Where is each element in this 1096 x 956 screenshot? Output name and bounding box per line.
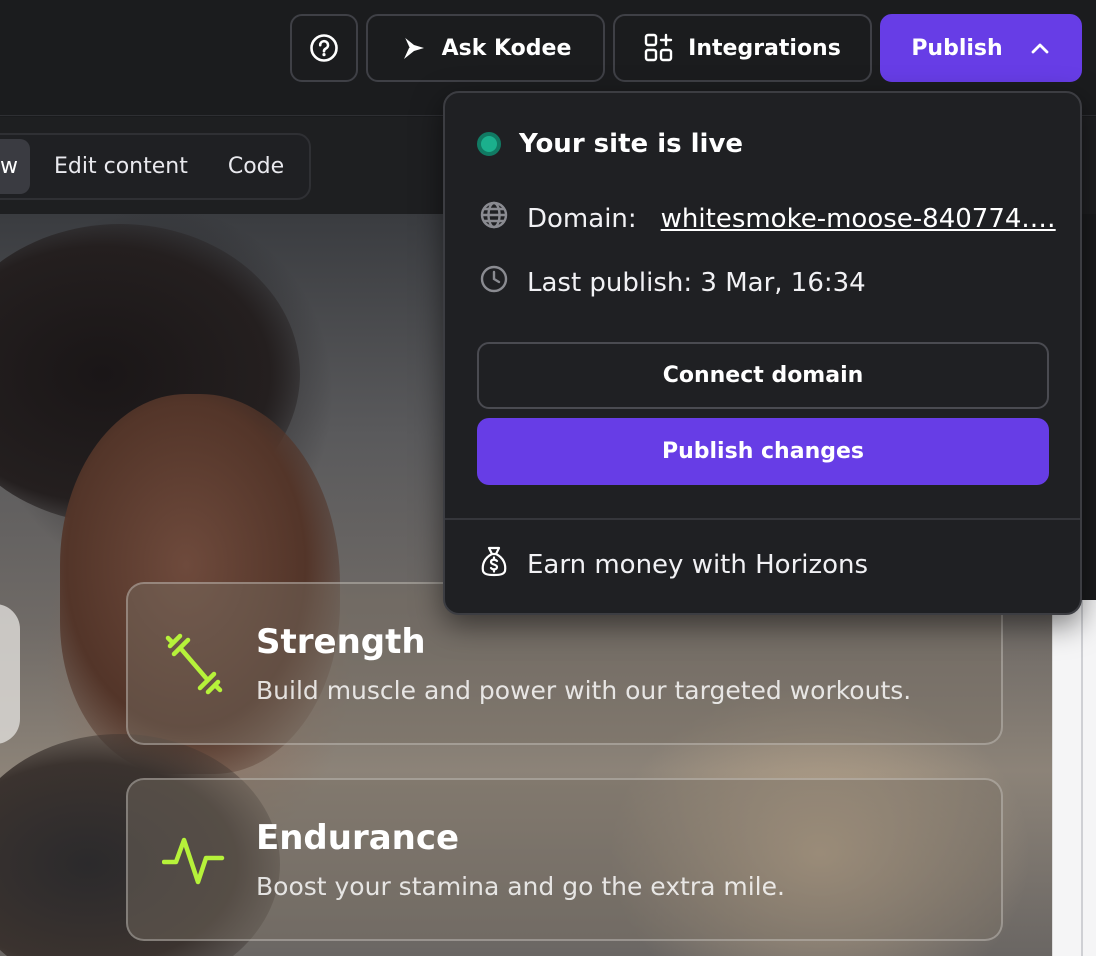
tab-edit-content[interactable]: Edit content bbox=[54, 139, 188, 194]
domain-link[interactable]: whitesmoke-moose-840774.… bbox=[661, 204, 1056, 234]
preview-scroll-area bbox=[1052, 600, 1096, 956]
connect-domain-button[interactable]: Connect domain bbox=[477, 342, 1049, 409]
question-circle-icon bbox=[309, 33, 339, 63]
tab-code[interactable]: Code bbox=[228, 139, 284, 194]
pulse-icon bbox=[161, 828, 226, 892]
feature-title: Endurance bbox=[256, 818, 460, 858]
ask-kodee-button[interactable]: Ask Kodee bbox=[366, 14, 605, 82]
kodee-icon bbox=[400, 34, 428, 62]
feature-title: Strength bbox=[256, 622, 426, 662]
tab-preview[interactable]: w bbox=[0, 139, 30, 194]
chevron-up-icon bbox=[1029, 37, 1051, 59]
preview-scrollbar[interactable] bbox=[1081, 600, 1083, 956]
publish-changes-button[interactable]: Publish changes bbox=[477, 418, 1049, 485]
last-publish-text: Last publish: 3 Mar, 16:34 bbox=[527, 267, 866, 298]
publish-label: Publish bbox=[911, 35, 1003, 61]
feature-card-endurance: Endurance Boost your stamina and go the … bbox=[126, 778, 1003, 941]
dropdown-divider bbox=[445, 518, 1080, 520]
last-publish-row: Last publish: 3 Mar, 16:34 bbox=[479, 264, 866, 301]
publish-dropdown: Your site is live Domain: whitesmoke-moo… bbox=[443, 91, 1082, 615]
integrations-button[interactable]: Integrations bbox=[613, 14, 872, 82]
hero-photo-earbud bbox=[0, 604, 20, 744]
ask-kodee-label: Ask Kodee bbox=[441, 35, 572, 61]
domain-label: Domain: bbox=[527, 203, 637, 234]
site-status-text: Your site is live bbox=[519, 129, 744, 159]
money-bag-icon bbox=[479, 545, 509, 584]
integrations-label: Integrations bbox=[688, 35, 841, 61]
domain-row: Domain: whitesmoke-moose-840774.… bbox=[479, 200, 1056, 237]
integrations-grid-icon bbox=[644, 33, 674, 63]
live-status-dot bbox=[477, 132, 501, 156]
globe-icon bbox=[479, 200, 509, 237]
earn-money-text: Earn money with Horizons bbox=[527, 549, 869, 580]
site-status: Your site is live bbox=[477, 129, 743, 159]
clock-icon bbox=[479, 264, 509, 301]
view-mode-tabs: w Edit content Code bbox=[0, 133, 311, 200]
dumbbell-icon bbox=[162, 632, 226, 696]
feature-description: Build muscle and power with our targeted… bbox=[256, 676, 912, 705]
feature-description: Boost your stamina and go the extra mile… bbox=[256, 872, 785, 901]
publish-button[interactable]: Publish bbox=[880, 14, 1082, 82]
earn-money-link[interactable]: Earn money with Horizons bbox=[479, 545, 868, 584]
help-button[interactable] bbox=[290, 14, 358, 82]
